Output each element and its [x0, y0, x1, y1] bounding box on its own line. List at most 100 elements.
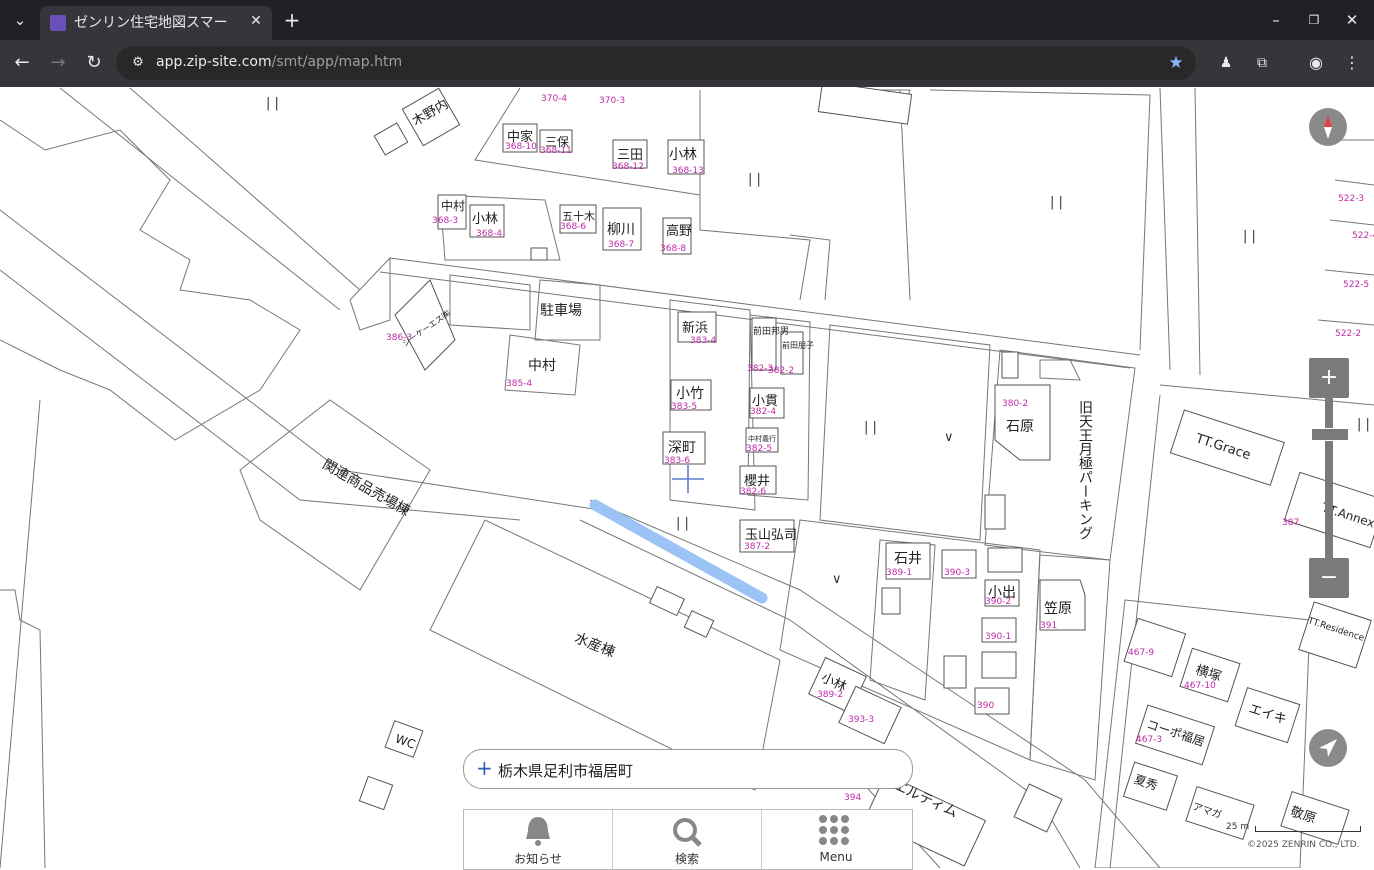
lot-number: 368-7 — [608, 240, 634, 250]
label-shinhama: 新浜 — [682, 320, 708, 336]
label-kanren: 関連商品売場棟 — [320, 457, 413, 520]
label-kasahara: 笠原 — [1044, 601, 1072, 617]
tab-close-icon[interactable]: ✕ — [246, 11, 266, 31]
lot-number: 522-2 — [1335, 329, 1361, 339]
label-kotake: 小竹 — [676, 386, 704, 402]
lot-number: 368-6 — [560, 222, 586, 232]
lot-number: 467-10 — [1184, 681, 1216, 691]
profile-icon[interactable]: ◉ — [1302, 50, 1330, 76]
lot-number: 382-5 — [746, 444, 772, 454]
lot-number: 383-4 — [690, 336, 716, 346]
lot-number: 522-3 — [1338, 194, 1364, 204]
menu-button[interactable]: Menu — [762, 810, 910, 869]
tab-title: ゼンリン住宅地図スマー — [74, 15, 228, 31]
zoom-out-button[interactable]: − — [1309, 558, 1349, 598]
bottom-menu: お知らせ 検索 Menu — [463, 809, 913, 870]
lot-number: 394 — [844, 793, 861, 803]
svg-text:| |: | | — [864, 420, 877, 435]
label-ishihara: 石原 — [1006, 419, 1034, 435]
lot-number: 386-3 — [386, 333, 412, 343]
search-icon — [673, 818, 702, 847]
label-parking: 駐車場 — [540, 302, 582, 319]
label-yanagawa: 柳川 — [607, 221, 635, 238]
zoom-in-button[interactable]: + — [1309, 358, 1349, 398]
extension-icon[interactable]: ♟ — [1212, 50, 1240, 76]
kebab-menu-icon[interactable]: ⋮ — [1338, 50, 1366, 76]
lot-number: 391 — [1040, 621, 1057, 631]
label-fukamachi: 深町 — [668, 440, 696, 456]
lot-number: 387-2 — [744, 542, 770, 552]
tab-strip: ⌄ ゼンリン住宅地図スマー ✕ + – ❐ ✕ — [0, 0, 1374, 40]
lot-number: 390-3 — [944, 568, 970, 578]
label-nakamura3: 中村義行 — [748, 434, 776, 443]
lot-number: 389-1 — [886, 568, 912, 578]
lot-number: 522-5 — [1343, 280, 1369, 290]
lot-number: 368-13 — [672, 166, 704, 176]
lot-number: 370-3 — [599, 96, 625, 106]
lot-number: 383-5 — [671, 402, 697, 412]
svg-text:| |: | | — [676, 516, 689, 531]
label-maeda1: 前田邦男 — [753, 325, 789, 337]
minimize-icon[interactable]: – — [1262, 7, 1290, 33]
lot-number: 467-9 — [1128, 648, 1154, 658]
svg-text:| |: | | — [1357, 417, 1370, 432]
menu-label: お知らせ — [514, 852, 562, 866]
new-tab-icon[interactable]: + — [278, 7, 306, 33]
label-tamayama: 玉山弘司 — [745, 528, 797, 543]
site-info-icon[interactable]: ⚙ — [124, 50, 152, 76]
active-tab[interactable]: ゼンリン住宅地図スマー ✕ — [40, 6, 272, 40]
current-location-icon[interactable] — [1309, 729, 1347, 767]
label-suisan: 水産棟 — [572, 630, 617, 661]
label-isoju: 五十木 — [562, 209, 595, 223]
lot-number: 380-2 — [1002, 399, 1028, 409]
lot-number: 368-11 — [540, 146, 572, 156]
lot-number: 387 — [1282, 518, 1299, 528]
address-search-bar[interactable]: + 栃木県足利市福居町 — [463, 749, 913, 789]
lot-number: 467-3 — [1136, 735, 1162, 745]
lot-number: 389-2 — [817, 690, 843, 700]
browser-chrome: ⌄ ゼンリン住宅地図スマー ✕ + – ❐ ✕ ← → ↻ ⚙ app.zip-… — [0, 0, 1374, 87]
scale-label: 25 m — [1226, 822, 1250, 832]
bell-icon — [526, 817, 550, 846]
back-icon[interactable]: ← — [8, 50, 36, 76]
menu-label: Menu — [819, 850, 853, 864]
label-nakamura1: 中村 — [441, 198, 465, 213]
restore-icon[interactable]: ❐ — [1300, 7, 1328, 33]
label-kobayashi1: 小林 — [669, 147, 697, 163]
menu-label: 検索 — [674, 852, 699, 866]
puzzle-extensions-icon[interactable]: ⧉ — [1248, 50, 1276, 76]
search-button[interactable]: 検索 — [613, 810, 762, 869]
forward-icon[interactable]: → — [44, 50, 72, 76]
browser-toolbar: ← → ↻ ⚙ app.zip-site.com/smt/app/map.htm… — [0, 40, 1374, 87]
lot-number: 368-10 — [505, 142, 537, 152]
compass-icon[interactable] — [1309, 108, 1347, 146]
lot-number: 368-4 — [476, 229, 502, 239]
lot-number: 390 — [977, 701, 994, 711]
window-close-icon[interactable]: ✕ — [1338, 7, 1366, 33]
lot-number: 385-4 — [506, 379, 532, 389]
zoom-slider-handle[interactable] — [1311, 428, 1349, 441]
lot-number: 368-8 — [660, 244, 686, 254]
notice-button[interactable]: お知らせ — [464, 810, 613, 869]
current-address: 栃木県足利市福居町 — [498, 762, 634, 780]
svg-text:| |: | | — [266, 96, 279, 111]
plus-icon: + — [476, 756, 493, 780]
reload-icon[interactable]: ↻ — [80, 50, 108, 76]
label-ishii: 石井 — [894, 551, 922, 567]
lot-number: 382-6 — [740, 487, 766, 497]
bookmark-star-icon[interactable]: ★ — [1162, 50, 1190, 76]
address-bar[interactable]: ⚙ app.zip-site.com/smt/app/map.htm ★ — [116, 46, 1196, 80]
tab-search-icon[interactable]: ⌄ — [6, 7, 34, 33]
zenrin-favicon-icon — [50, 15, 66, 31]
svg-text:| |: | | — [748, 172, 761, 187]
url-text: app.zip-site.com/smt/app/map.htm — [156, 54, 403, 70]
label-kobayashi2: 小林 — [472, 212, 498, 227]
label-old-parking: 旧天王月極パーキング — [1077, 400, 1093, 540]
lot-number: 522-4 — [1352, 231, 1374, 241]
lot-number: 382-2 — [768, 366, 794, 376]
lot-number: 390-1 — [985, 632, 1011, 642]
label-takano: 高野 — [666, 223, 692, 239]
zoom-slider-track[interactable] — [1325, 398, 1333, 558]
lot-number: 370-4 — [541, 94, 567, 104]
scale-bar — [1255, 826, 1361, 832]
